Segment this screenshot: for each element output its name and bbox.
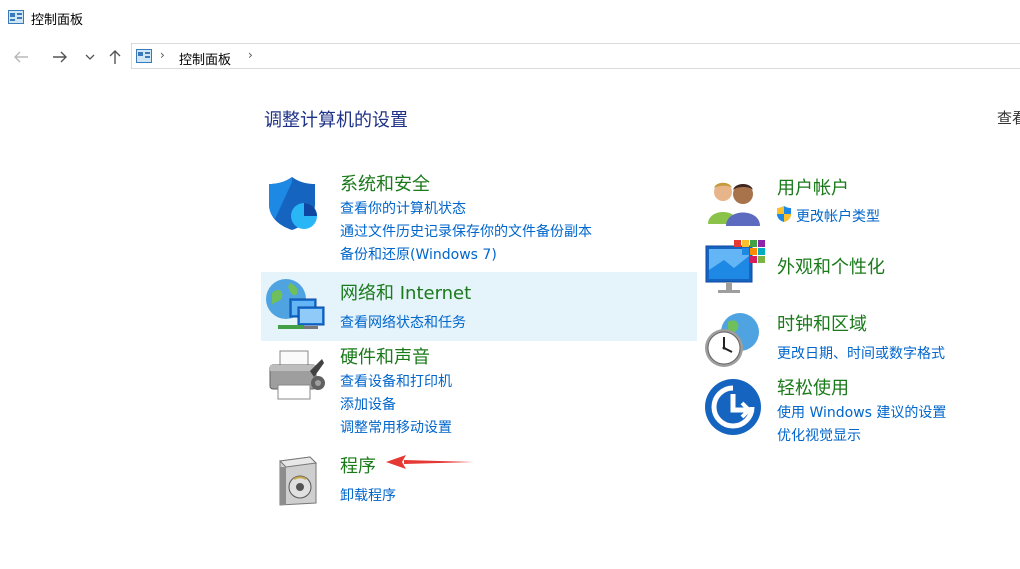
printer-icon [269,350,325,400]
breadcrumb-control-panel[interactable]: 控制面板 [179,49,231,68]
category-network-internet[interactable]: 网络和 Internet [340,279,471,305]
category-system-security[interactable]: 系统和安全 [340,170,430,196]
link-view-computer-status[interactable]: 查看你的计算机状态 [340,198,466,218]
link-optimize-visual-display[interactable]: 优化视觉显示 [777,425,861,445]
category-hardware-sound[interactable]: 硬件和声音 [340,343,430,369]
category-ease-of-access[interactable]: 轻松使用 [777,374,849,400]
control-panel-icon [136,49,152,63]
back-button[interactable] [12,48,30,66]
page-heading: 调整计算机的设置 [264,110,408,131]
arrow-left-icon [14,51,28,63]
control-panel-icon [8,10,24,24]
link-network-status[interactable]: 查看网络状态和任务 [340,312,466,332]
user-accounts-icon [708,182,760,226]
forward-button[interactable] [51,48,69,66]
recent-locations-button[interactable] [81,48,99,66]
link-add-device[interactable]: 添加设备 [340,394,396,414]
ease-of-access-icon [705,379,761,435]
link-file-history-backup[interactable]: 通过文件历史记录保存你的文件备份副本 [340,221,592,241]
window-title: 控制面板 [31,13,84,28]
category-programs[interactable]: 程序 [340,452,376,478]
category-clock-region[interactable]: 时钟和区域 [777,310,867,336]
breadcrumb-separator[interactable]: › [248,48,253,62]
category-user-accounts[interactable]: 用户帐户 [777,174,849,200]
link-change-date-time-format[interactable]: 更改日期、时间或数字格式 [777,343,945,363]
breadcrumb-separator[interactable]: › [160,48,165,62]
arrow-right-icon [53,51,67,63]
link-backup-restore[interactable]: 备份和还原(Windows 7) [340,244,497,264]
uac-shield-icon [777,206,791,222]
address-bar[interactable]: › 控制面板 › [131,43,1020,69]
chevron-down-icon [85,54,95,60]
category-appearance-personalization[interactable]: 外观和个性化 [777,253,885,279]
programs-box-icon [278,456,318,506]
network-globe-icon [266,279,325,329]
link-mobility-settings[interactable]: 调整常用移动设置 [340,417,452,437]
clock-globe-icon [705,313,759,367]
link-devices-printers[interactable]: 查看设备和打印机 [340,371,452,391]
link-uninstall-program[interactable]: 卸载程序 [340,485,396,505]
up-button[interactable] [106,48,124,66]
link-change-account-type[interactable]: 更改帐户类型 [796,206,880,226]
title-bar: 控制面板 [0,0,1020,36]
shield-icon [269,177,317,230]
link-windows-recommended-settings[interactable]: 使用 Windows 建议的设置 [777,402,946,422]
annotation-arrow-icon [386,455,474,469]
arrow-up-icon [109,50,121,64]
view-by-label: 查看 [997,109,1020,127]
appearance-monitor-icon [705,240,765,293]
